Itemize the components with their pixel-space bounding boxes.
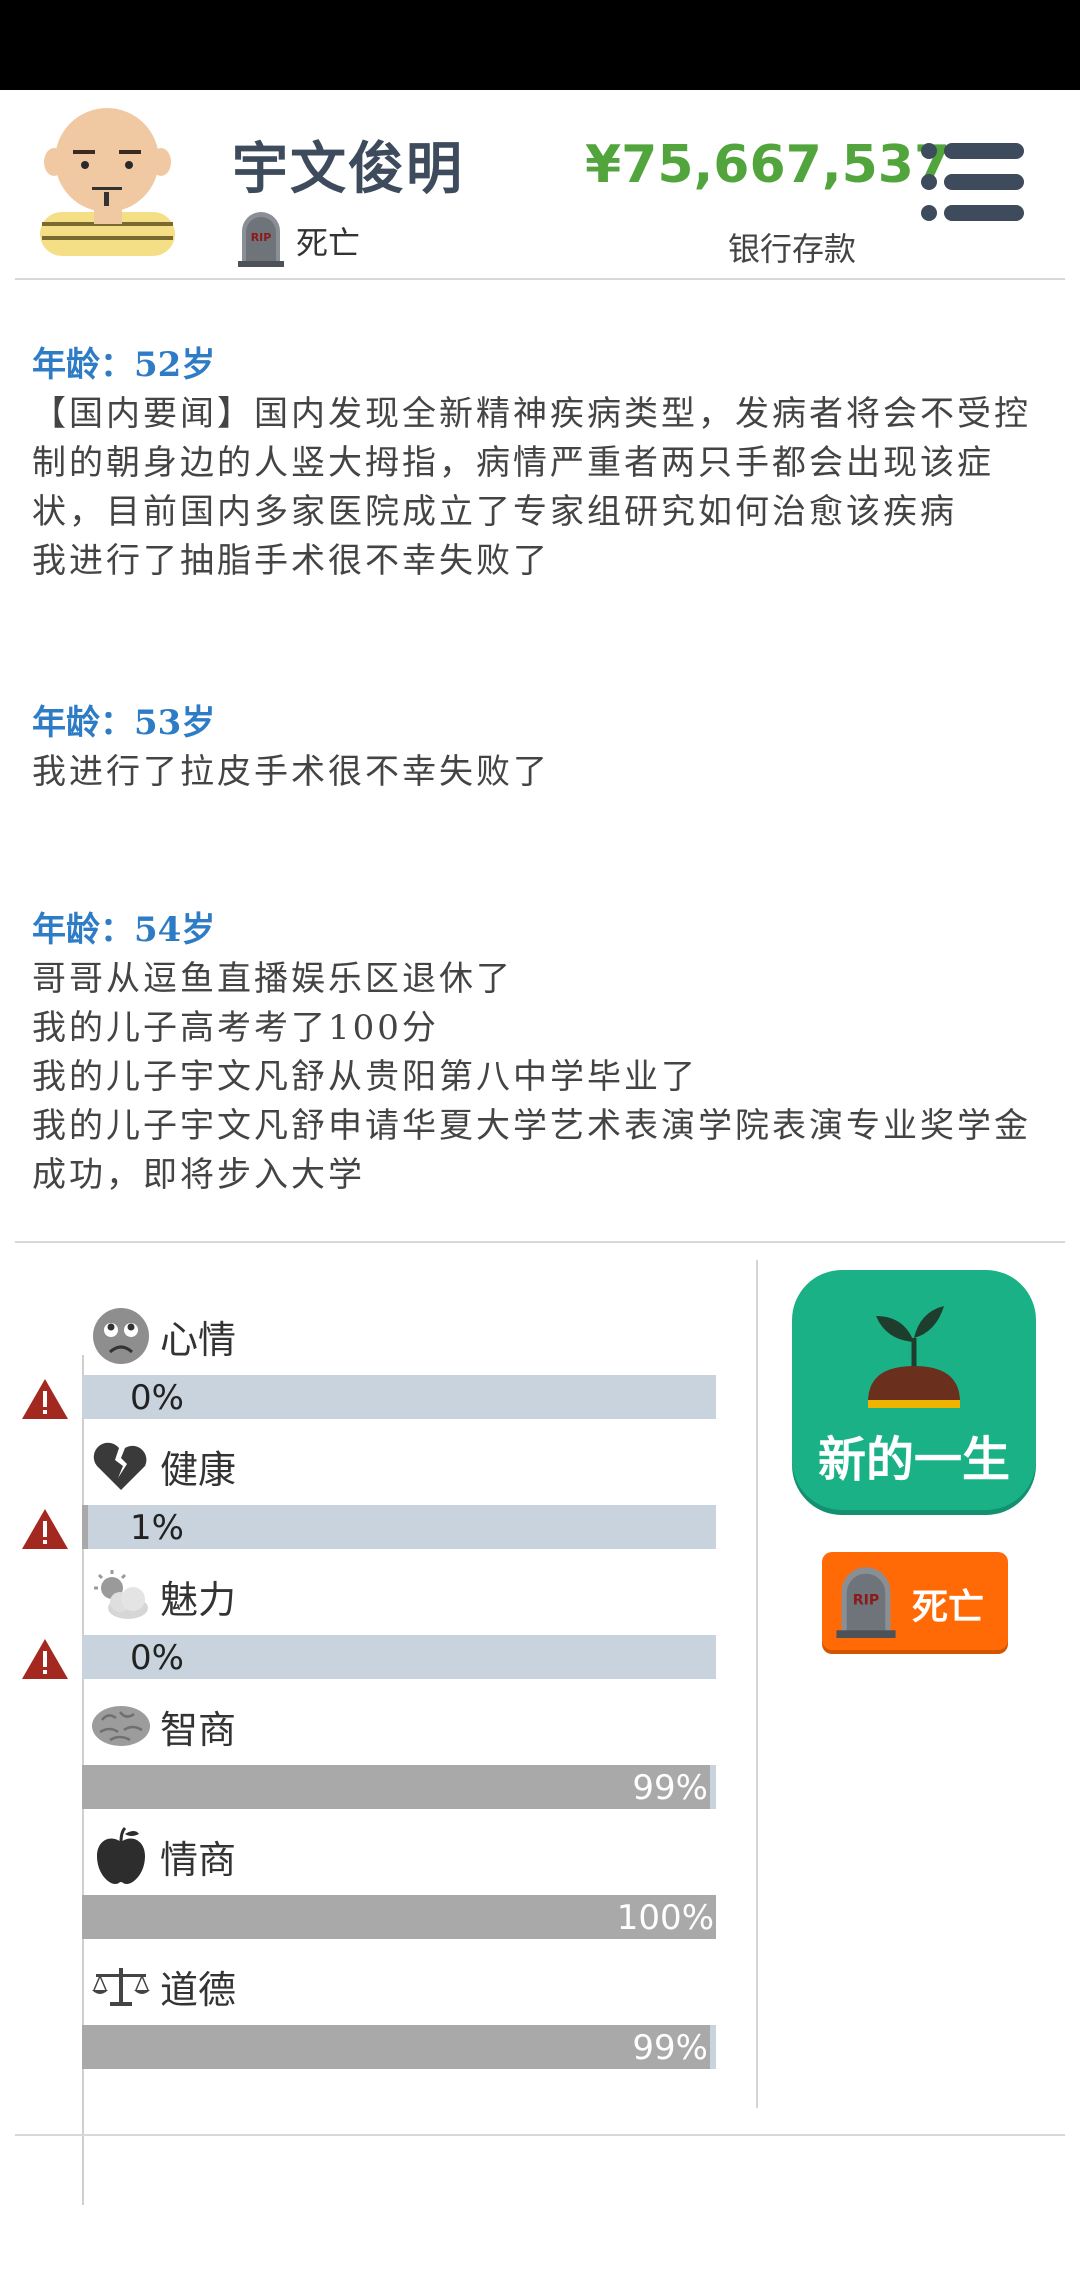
brain-icon xyxy=(90,1695,152,1757)
dead-button[interactable]: RIP 死亡 xyxy=(822,1552,1008,1650)
stat-label: 道德 xyxy=(160,1967,237,2012)
log-line: 我进行了抽脂手术很不幸失败了 xyxy=(32,541,550,581)
log-line: 我进行了拉皮手术很不幸失败了 xyxy=(32,752,550,792)
stat-bar-fill xyxy=(82,1765,710,1809)
sad-face-icon xyxy=(90,1305,152,1367)
apple-icon xyxy=(90,1825,152,1887)
status-bar xyxy=(0,0,1080,90)
log-age: 年龄：52岁 xyxy=(32,345,216,385)
tombstone-icon: RIP xyxy=(834,1566,898,1642)
bank-balance: ¥75,667,537 xyxy=(585,135,951,195)
status-text: 死亡 xyxy=(296,224,361,262)
stat-label: 健康 xyxy=(160,1447,237,1492)
stat-charm: 魅力 0% xyxy=(0,1565,760,1695)
bottom-divider xyxy=(15,2134,1065,2136)
stat-bar: 100% xyxy=(82,1895,716,1939)
menu-icon[interactable] xyxy=(920,142,1025,222)
log-line: 我的儿子宇文凡舒从贵阳第八中学毕业了 xyxy=(32,1057,698,1097)
stat-iq: 智商 99% xyxy=(0,1695,760,1825)
sprout-icon xyxy=(864,1292,964,1420)
cloudy-sun-icon xyxy=(90,1565,152,1627)
stat-label: 心情 xyxy=(160,1317,237,1362)
stat-label: 魅力 xyxy=(160,1577,237,1622)
stat-eq: 情商 100% xyxy=(0,1825,760,1955)
stat-morality: 道德 99% xyxy=(0,1955,760,2085)
log-line: 我的儿子宇文凡舒申请华夏大学艺术表演学院表演专业奖学金成功，即将步入大学 xyxy=(32,1106,1031,1195)
stat-bar: 1% xyxy=(82,1505,716,1549)
stat-value: 100% xyxy=(616,1898,714,1938)
log-divider xyxy=(15,1241,1065,1243)
player-status: RIP 死亡 xyxy=(238,212,360,270)
stat-value: 0% xyxy=(130,1378,184,1418)
new-life-button[interactable]: 新的一生 xyxy=(792,1270,1036,1510)
warning-icon xyxy=(20,1377,70,1421)
stat-bar: 0% xyxy=(82,1635,716,1679)
event-log[interactable]: 年龄：52岁 【国内要闻】国内发现全新精神疾病类型，发病者将会不受控制的朝身边的… xyxy=(32,340,1052,1258)
svg-text:RIP: RIP xyxy=(251,231,272,244)
log-line: 我的儿子高考考了100分 xyxy=(32,1008,439,1048)
log-age: 年龄：54岁 xyxy=(32,910,216,950)
log-line: 【国内要闻】国内发现全新精神疾病类型，发病者将会不受控制的朝身边的人竖大拇指，病… xyxy=(32,394,1031,532)
stat-value: 99% xyxy=(632,1768,708,1808)
log-entry: 年龄：52岁 【国内要闻】国内发现全新精神疾病类型，发病者将会不受控制的朝身边的… xyxy=(32,340,1052,586)
warning-icon xyxy=(20,1637,70,1681)
stat-bar-fill xyxy=(82,2025,710,2069)
bank-label: 银行存款 xyxy=(728,230,857,268)
stat-bar-fill xyxy=(82,1505,89,1549)
stats-panel: 心情 0% 健康 1% 魅力 0% 智商 99% 情商 100% 道德 99% xyxy=(0,1245,760,2205)
log-line: 哥哥从逗鱼直播娱乐区退休了 xyxy=(32,959,513,999)
stat-bar: 0% xyxy=(82,1375,716,1419)
stats-divider xyxy=(756,1260,758,2108)
log-entry: 年龄：54岁 哥哥从逗鱼直播娱乐区退休了 我的儿子高考考了100分 我的儿子宇文… xyxy=(32,905,1052,1200)
stat-health: 健康 1% xyxy=(0,1435,760,1565)
header-divider xyxy=(15,278,1065,280)
log-age: 年龄：53岁 xyxy=(32,703,216,743)
svg-text:RIP: RIP xyxy=(853,1593,879,1609)
warning-icon xyxy=(20,1507,70,1551)
avatar[interactable] xyxy=(40,104,175,259)
stat-value: 99% xyxy=(632,2028,708,2068)
scales-icon xyxy=(90,1955,152,2017)
stat-bar: 99% xyxy=(82,2025,716,2069)
tombstone-icon: RIP xyxy=(238,211,284,271)
stat-mood: 心情 0% xyxy=(0,1305,760,1435)
stat-label: 智商 xyxy=(160,1707,237,1752)
log-entry: 年龄：53岁 我进行了拉皮手术很不幸失败了 xyxy=(32,698,1052,797)
stat-value: 0% xyxy=(130,1638,184,1678)
stat-bar: 99% xyxy=(82,1765,716,1809)
stat-value: 1% xyxy=(130,1508,184,1548)
dead-label: 死亡 xyxy=(912,1587,985,1628)
player-name: 宇文俊明 xyxy=(232,137,464,202)
player-header: 宇文俊明 RIP 死亡 ¥75,667,537 银行存款 xyxy=(0,90,1080,280)
broken-heart-icon xyxy=(90,1435,152,1497)
stat-label: 情商 xyxy=(160,1837,237,1882)
new-life-label: 新的一生 xyxy=(817,1432,1010,1488)
